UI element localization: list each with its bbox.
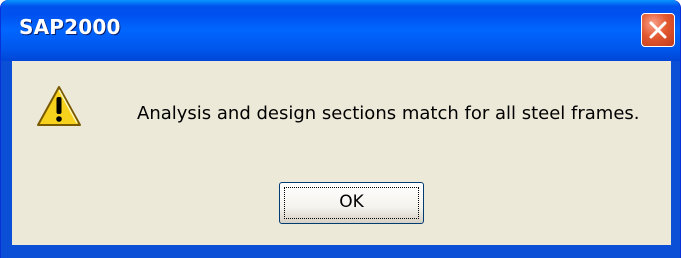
- ok-button[interactable]: OK: [279, 182, 424, 224]
- window-title: SAP2000: [19, 15, 121, 39]
- close-icon: [649, 21, 667, 39]
- close-button[interactable]: [641, 13, 675, 47]
- dialog-body: Analysis and design sections match for a…: [12, 61, 671, 245]
- message-dialog-window: SAP2000 Analysis and design sections mat…: [0, 0, 681, 258]
- title-bar[interactable]: SAP2000: [1, 0, 680, 61]
- ok-button-label: OK: [339, 192, 364, 212]
- dialog-message: Analysis and design sections match for a…: [137, 103, 640, 124]
- window-bottom-border: [1, 245, 680, 258]
- warning-icon: [37, 86, 81, 126]
